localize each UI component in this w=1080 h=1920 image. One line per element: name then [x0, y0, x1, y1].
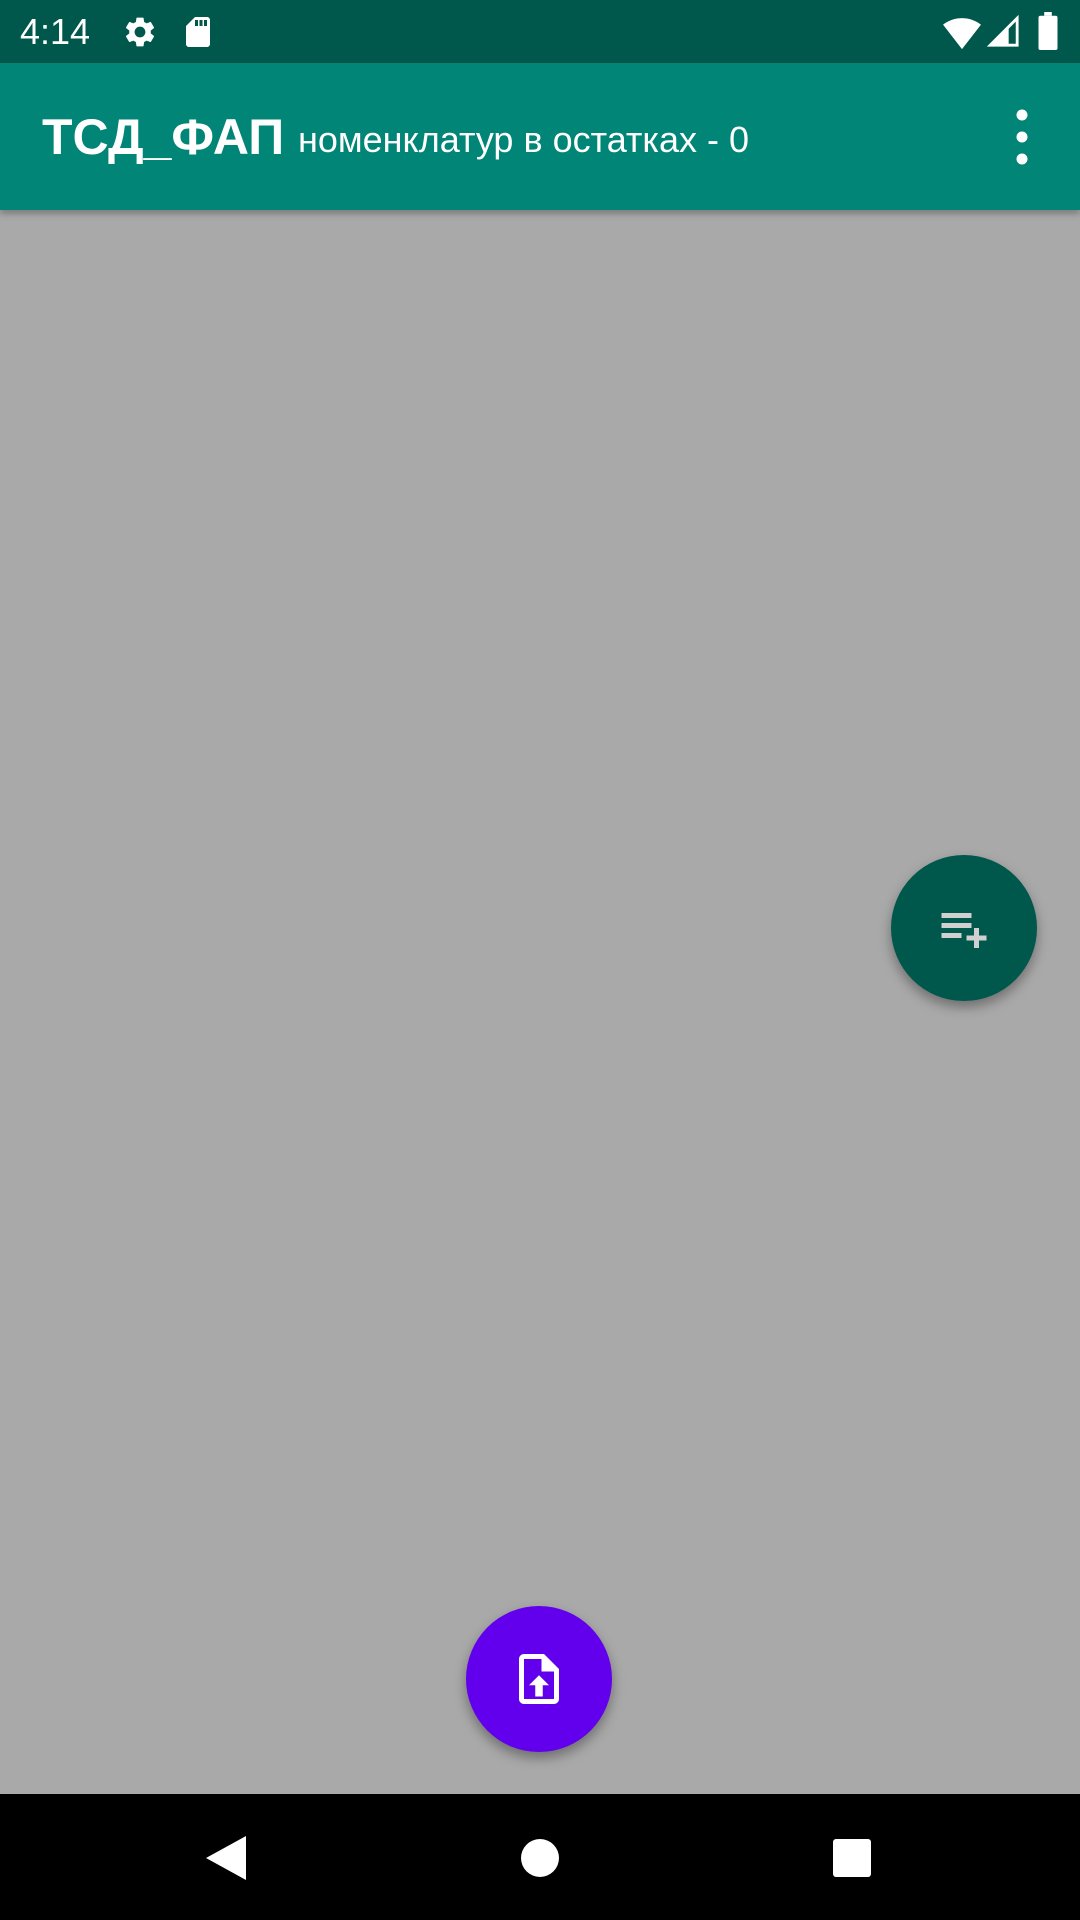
back-icon[interactable] — [198, 1830, 254, 1886]
app-screen: 4:14 ТСД_ФАП номенклатур в остатках - 0 — [0, 0, 1080, 1920]
app-title: ТСД_ФАП — [42, 109, 285, 165]
battery-icon — [1038, 12, 1058, 50]
status-time: 4:14 — [20, 11, 91, 52]
home-icon[interactable] — [512, 1830, 568, 1886]
sd-card-icon — [186, 17, 210, 47]
add-list-button[interactable] — [891, 855, 1037, 1001]
wifi-icon — [943, 18, 981, 50]
app-bar: ТСД_ФАП номенклатур в остатках - 0 — [0, 63, 1080, 210]
content-area — [0, 210, 1080, 1794]
recents-icon[interactable] — [824, 1830, 880, 1886]
status-bar: 4:14 — [0, 0, 1080, 63]
file-upload-icon — [519, 1654, 559, 1704]
upload-file-button[interactable] — [466, 1606, 612, 1752]
navigation-bar — [0, 1794, 1080, 1920]
app-subtitle: номенклатур в остатках - 0 — [298, 119, 749, 160]
more-vert-icon[interactable] — [1000, 107, 1044, 167]
playlist-add-icon — [941, 913, 987, 948]
settings-icon — [125, 17, 155, 47]
signal-icon — [986, 14, 1019, 47]
